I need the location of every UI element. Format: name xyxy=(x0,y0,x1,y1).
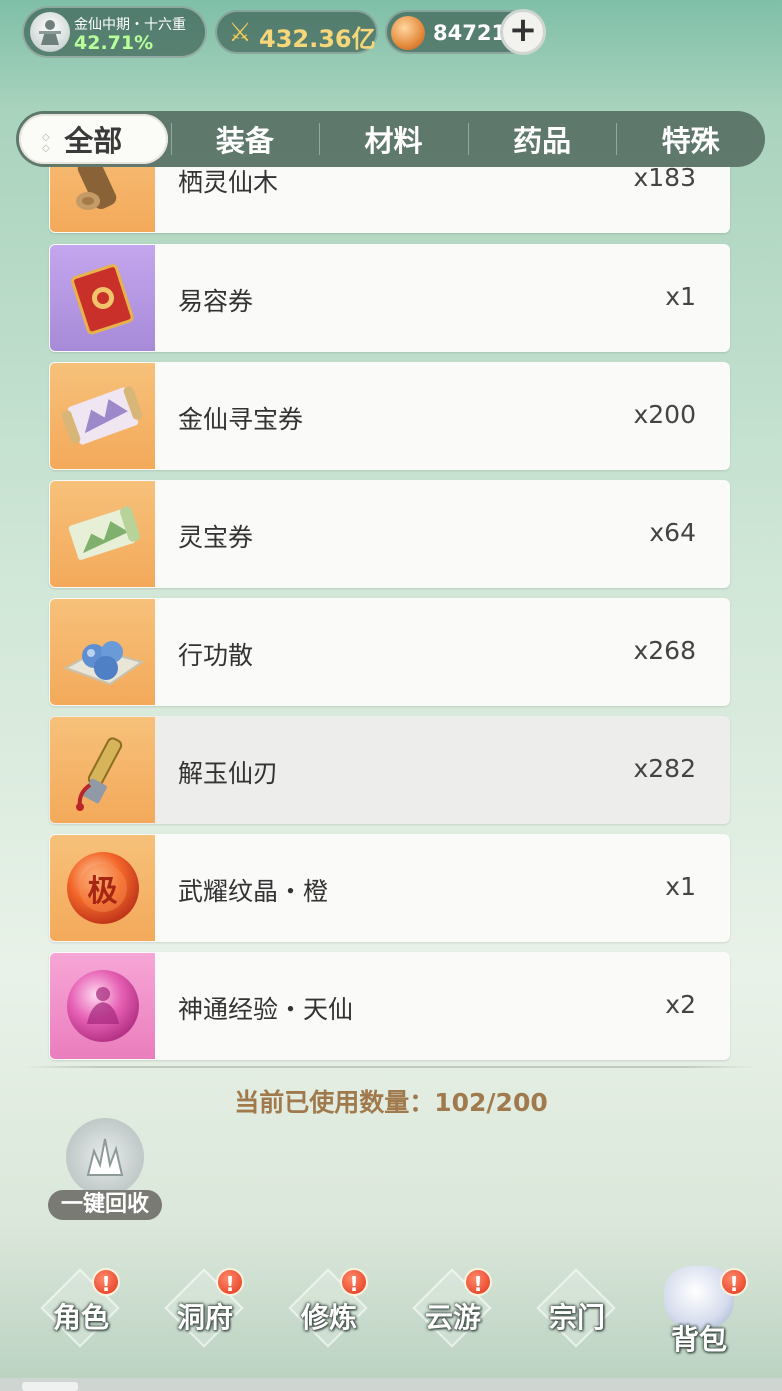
list-item[interactable]: 易容券 x1 xyxy=(49,244,730,352)
jade-blade-icon xyxy=(50,717,155,823)
item-name: 灵宝券 xyxy=(178,523,254,552)
bag-capacity: 当前已使用数量：102/200 xyxy=(234,1088,548,1117)
item-quantity: x200 xyxy=(633,400,696,429)
spirit-stone-icon xyxy=(391,16,425,50)
add-currency-button[interactable]: + xyxy=(500,9,546,55)
crystal-recycle-icon xyxy=(66,1118,144,1196)
item-quantity: x268 xyxy=(633,636,696,665)
list-item[interactable]: 神通经验・天仙 x2 xyxy=(49,952,730,1060)
pills-icon xyxy=(50,599,155,705)
gesture-handle[interactable] xyxy=(22,1382,78,1391)
tab-medicine[interactable]: 药品 xyxy=(467,111,617,167)
item-quantity: x1 xyxy=(665,872,696,901)
nav-label: 宗门 xyxy=(548,1301,605,1334)
realm-status[interactable]: 金仙中期・十六重 42.71% xyxy=(22,6,207,58)
one-click-recycle-button[interactable]: 一键回收 xyxy=(48,1118,162,1222)
item-name: 神通经验・天仙 xyxy=(178,995,354,1024)
combat-power-value: 432.36亿 xyxy=(259,25,376,53)
item-name: 栖灵仙木 xyxy=(178,168,279,197)
tab-all[interactable]: 全部 xyxy=(19,114,168,164)
recycle-label: 一键回收 xyxy=(48,1190,162,1220)
realm-name: 金仙中期・十六重 xyxy=(74,17,186,33)
combat-power[interactable]: ⚔ 432.36亿 xyxy=(215,10,378,54)
nav-label: 洞府 xyxy=(176,1301,233,1334)
item-name: 武耀纹晶・橙 xyxy=(178,877,329,906)
tab-equipment[interactable]: 装备 xyxy=(170,111,320,167)
crossed-swords-icon: ⚔ xyxy=(228,18,252,48)
system-gesture-bar xyxy=(0,1378,782,1391)
nav-cave-mansion[interactable]: 洞府 ! xyxy=(150,1260,260,1370)
item-quantity: x64 xyxy=(649,518,696,547)
immortal-figure-icon xyxy=(39,20,61,45)
alert-badge-icon: ! xyxy=(216,1268,244,1296)
item-name: 行功散 xyxy=(178,641,254,670)
alert-badge-icon: ! xyxy=(464,1268,492,1296)
item-quantity: x2 xyxy=(665,990,696,1019)
item-name: 易容券 xyxy=(178,287,254,316)
green-scroll-icon xyxy=(50,481,155,587)
player-avatar xyxy=(30,12,70,52)
alert-badge-icon: ! xyxy=(92,1268,120,1296)
list-item[interactable]: 灵宝券 x64 xyxy=(49,480,730,588)
item-quantity: x282 xyxy=(633,754,696,783)
list-item[interactable]: 行功散 x268 xyxy=(49,598,730,706)
realm-progress: 42.71% xyxy=(74,32,154,54)
pink-orb-icon xyxy=(50,953,155,1059)
wood-log-icon xyxy=(50,167,155,232)
item-quantity: x183 xyxy=(633,167,696,192)
orange-orb-icon: 极 xyxy=(50,835,155,941)
item-list[interactable]: 栖灵仙木 x183 易容券 x1 金仙寻宝券 x200 灵宝券 x64 行功散 … xyxy=(0,167,782,1064)
item-quantity: x1 xyxy=(665,282,696,311)
nav-sect[interactable]: 宗门 xyxy=(522,1260,632,1370)
nav-character[interactable]: 角色 ! xyxy=(26,1260,136,1370)
nav-label: 修炼 xyxy=(300,1301,357,1334)
tab-special[interactable]: 特殊 xyxy=(616,111,765,167)
bottom-navigation: 角色 ! 洞府 ! 修炼 ! 云游 ! 宗门 背包 ! xyxy=(0,1260,782,1370)
orb-character: 极 xyxy=(87,874,118,909)
nav-cultivation[interactable]: 修炼 ! xyxy=(274,1260,384,1370)
list-item[interactable]: 金仙寻宝券 x200 xyxy=(49,362,730,470)
list-item[interactable]: 极 武耀纹晶・橙 x1 xyxy=(49,834,730,942)
currency-value: 84721 xyxy=(433,21,507,45)
nav-wander[interactable]: 云游 ! xyxy=(398,1260,508,1370)
list-item[interactable]: 栖灵仙木 x183 xyxy=(49,167,730,233)
item-name: 金仙寻宝券 xyxy=(178,405,304,434)
alert-badge-icon: ! xyxy=(340,1268,368,1296)
tab-materials[interactable]: 材料 xyxy=(319,111,468,167)
category-tabs: 全部 装备 材料 药品 特殊 xyxy=(16,111,765,167)
nav-label: 角色 xyxy=(52,1301,109,1334)
alert-badge-icon: ! xyxy=(720,1268,748,1296)
nav-label: 背包 xyxy=(670,1323,727,1356)
nav-label: 云游 xyxy=(424,1301,481,1334)
item-name: 解玉仙刃 xyxy=(178,759,279,788)
list-divider xyxy=(24,1066,756,1068)
red-ticket-icon xyxy=(50,245,155,351)
list-item[interactable]: 解玉仙刃 x282 xyxy=(49,716,730,824)
treasure-scroll-icon xyxy=(50,363,155,469)
nav-backpack[interactable]: 背包 ! xyxy=(644,1260,754,1370)
